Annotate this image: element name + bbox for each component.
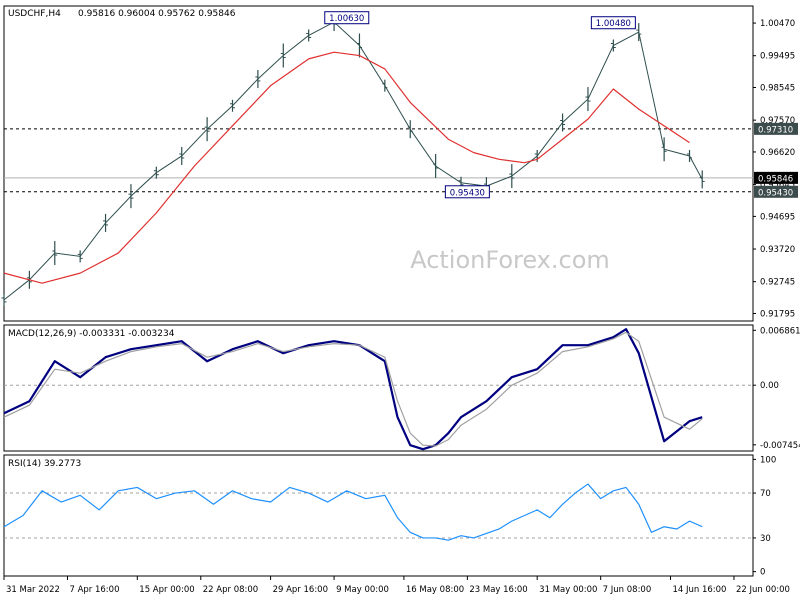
price-level-tag-label: 0.95846 [758,174,793,184]
time-axis-label: 31 Mar 2022 [6,585,60,595]
price-annotation-label: 0.95430 [450,188,485,198]
macd-axis-label: 0.006861 [760,326,800,336]
price-axis-label: 0.96620 [760,148,795,158]
rsi-axis-label: 100 [760,455,776,465]
price-level-tag-label: 0.95430 [758,188,793,198]
rsi-axis-label: 70 [760,489,771,499]
price-axis-label: 0.93720 [760,245,795,255]
price-axis-label: 0.91795 [760,309,795,319]
time-axis-label: 29 Apr 16:00 [273,585,328,595]
macd-panel-frame[interactable] [3,324,754,452]
price-level-tag-label: 0.97310 [758,125,793,135]
macd-axis-label: 0.00 [760,381,779,391]
time-axis-label: 7 Apr 16:00 [69,585,119,595]
time-axis-label: 9 May 00:00 [336,585,389,595]
time-axis-label: 22 Jun 00:00 [736,585,790,595]
macd-header: MACD(12,26,9) -0.003331 -0.003234 [8,329,175,339]
time-axis-label: 7 Jun 08:00 [603,585,652,595]
time-axis-label: 23 May 16:00 [469,585,527,595]
price-annotation-label: 1.00480 [596,19,631,29]
price-axis-label: 0.98545 [760,84,795,94]
chart-svg: 1.004700.994950.985450.975700.966200.956… [1,5,800,595]
price-header-ohlc: 0.95816 0.96004 0.95762 0.95846 [78,9,236,19]
price-axis-label: 0.92745 [760,278,795,288]
rsi-panel-frame[interactable] [3,454,754,577]
price-header-symbol: USDCHF,H4 [8,9,61,19]
chart-window: 1.00470 0.99495 0.98545 0.97570 0.96620 0.956… [0,0,800,600]
rsi-axis-label: 30 [760,534,771,544]
price-axis-label: 0.99495 [760,52,795,62]
time-axis-label: 14 Jun 16:00 [672,585,726,595]
price-annotation-label: 1.00630 [329,14,364,24]
rsi-header: RSI(14) 39.2773 [8,459,81,469]
time-axis-label: 31 May 00:00 [539,585,597,595]
watermark: ActionForex.com [410,246,610,274]
time-axis-label: 16 May 08:00 [406,585,464,595]
time-axis-label: 22 Apr 08:00 [203,585,258,595]
price-axis-label: 1.00470 [760,19,795,29]
time-axis-label: 15 Apr 00:00 [139,585,194,595]
price-panel-frame[interactable] [3,5,754,322]
macd-axis-label: -0.007454 [760,441,800,451]
rsi-axis-label: 0 [760,568,765,578]
time-axis: 31 Mar 2022 7 Apr 16:00 15 Apr 00:00 22 Apr… [3,576,790,595]
price-axis-label: 0.94695 [760,212,795,222]
